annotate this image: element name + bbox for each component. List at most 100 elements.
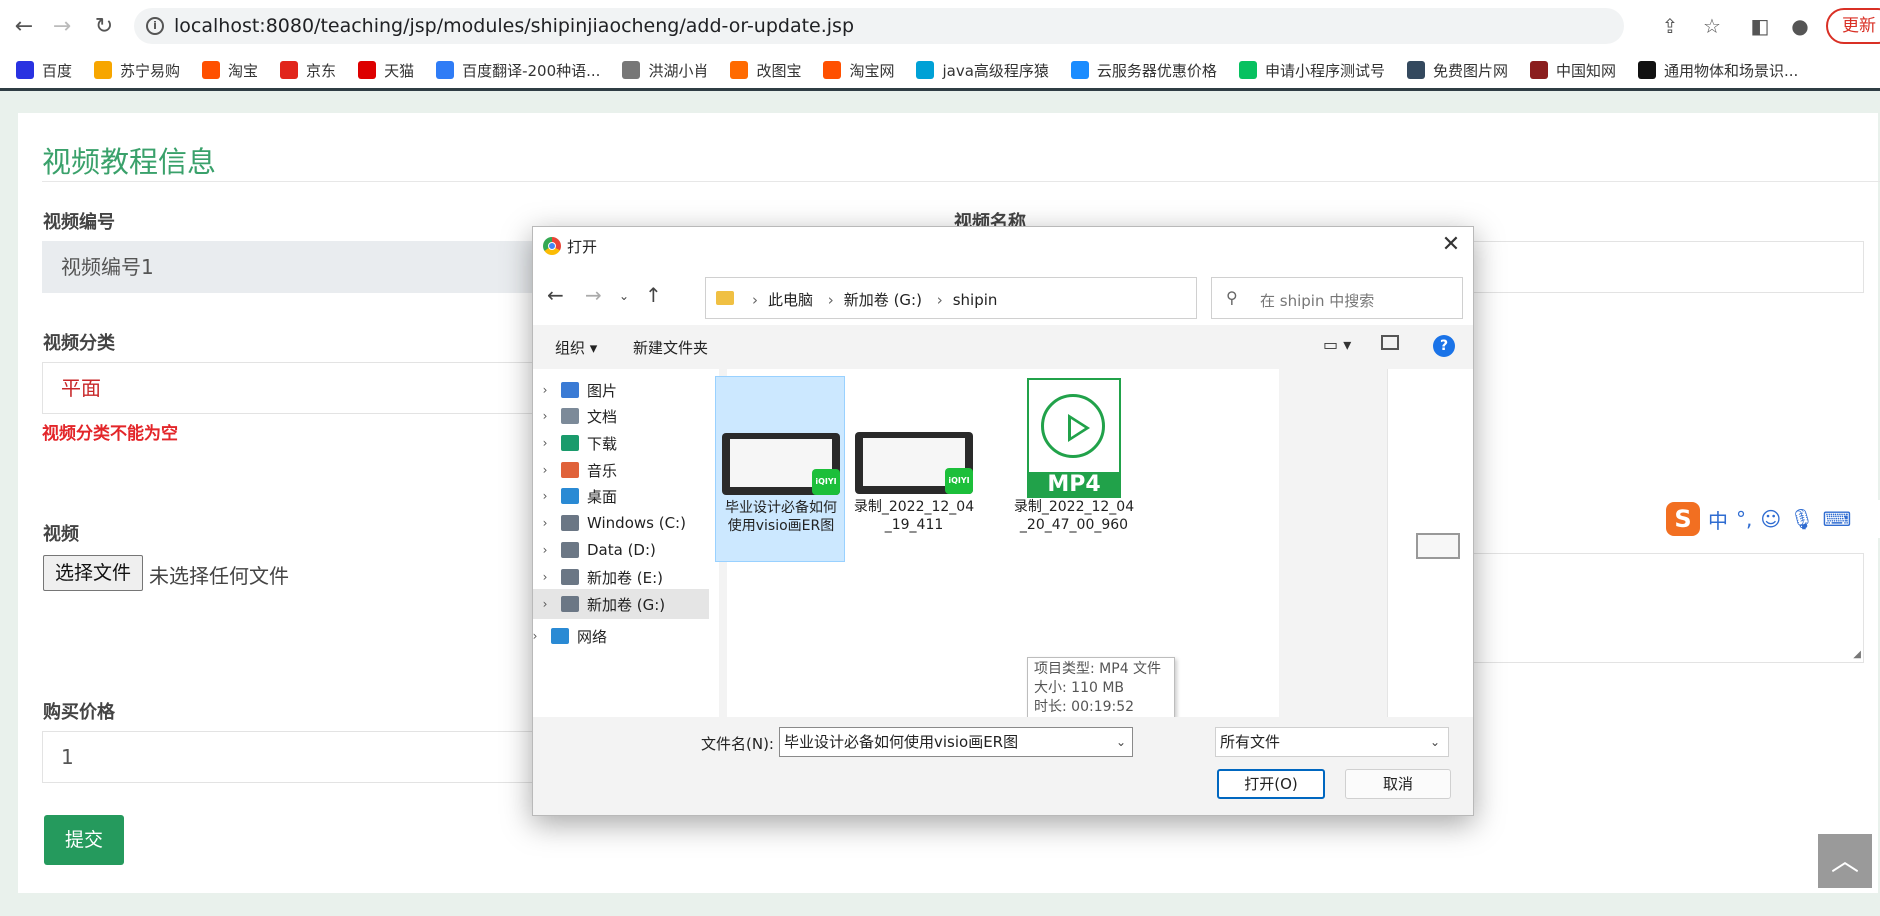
category-error: 视频分类不能为空 — [42, 424, 178, 444]
file-item[interactable]: MP4 录制_2022_12_04_20_47_00_960 — [1009, 376, 1139, 562]
microphone-icon[interactable]: 🎙 — [1789, 507, 1814, 531]
filename-input[interactable]: 毕业设计必备如何使用visio画ER图 ⌄ — [779, 727, 1133, 757]
tree-item-label: 文档 — [587, 407, 618, 426]
chevron-right-icon[interactable]: › — [533, 409, 557, 423]
search-input[interactable]: ⚲ 在 shipin 中搜索 — [1211, 277, 1463, 319]
chevron-right-icon[interactable]: › — [533, 570, 557, 584]
bookmark-favicon-icon — [436, 61, 455, 79]
chevron-right-icon[interactable]: › — [523, 629, 547, 643]
up-arrow-icon[interactable]: ↑ — [645, 283, 662, 307]
view-options-icon[interactable]: ▭ ▾ — [1323, 335, 1351, 354]
category-input[interactable]: 平面 — [42, 362, 562, 414]
cancel-button[interactable]: 取消 — [1345, 769, 1451, 799]
price-input[interactable]: 1 — [42, 731, 562, 783]
open-button[interactable]: 打开(O) — [1217, 769, 1325, 799]
submit-button[interactable]: 提交 — [44, 815, 124, 865]
tree-item[interactable]: › Data (D:) — [533, 535, 709, 565]
bookmark-label: 淘宝网 — [849, 61, 895, 80]
chevron-right-icon[interactable]: › — [533, 463, 557, 477]
tree-item[interactable]: › Windows (C:) — [533, 508, 709, 538]
punctuation-icon[interactable]: °, — [1736, 507, 1752, 531]
file-item[interactable]: iQIYI 毕业设计必备如何使用visio画ER图 — [715, 376, 845, 562]
tree-item[interactable]: › 桌面 — [533, 481, 709, 511]
chevron-right-icon[interactable]: › — [533, 489, 557, 503]
bookmark-item[interactable]: 百度 — [16, 60, 72, 81]
keyboard-icon[interactable]: ⌨ — [1823, 507, 1852, 531]
bookmark-label: 百度 — [42, 61, 73, 80]
update-button[interactable]: 更新 — [1826, 8, 1880, 44]
resize-grip-icon[interactable]: ◢ — [1853, 649, 1861, 660]
chevron-right-icon[interactable]: › — [533, 436, 557, 450]
bookmark-item[interactable]: 申请小程序测试号 — [1238, 60, 1385, 81]
reload-icon[interactable]: ↻ — [90, 12, 118, 40]
chevron-down-icon[interactable]: ⌄ — [1116, 728, 1126, 756]
bookmark-item[interactable]: 中国知网 — [1529, 60, 1616, 81]
breadcrumb-item[interactable]: 新加卷 (G:) — [844, 291, 922, 309]
path-bar[interactable]: ›此电脑 ›新加卷 (G:) ›shipin ⌄ ↻ — [705, 277, 1349, 319]
bookmark-item[interactable]: 天猫 — [358, 60, 414, 81]
bookmark-item[interactable]: 免费图片网 — [1406, 60, 1508, 81]
address-bar[interactable]: i localhost:8080/teaching/jsp/modules/sh… — [134, 8, 1624, 44]
site-info-icon[interactable]: i — [146, 17, 164, 35]
tree-item[interactable]: › 新加卷 (E:) — [533, 562, 709, 592]
bookmark-favicon-icon — [16, 61, 34, 79]
dialog-title: 打开 — [567, 238, 598, 256]
bookmark-label: 京东 — [306, 61, 337, 80]
chevron-right-icon[interactable]: › — [533, 543, 557, 557]
folder-icon — [716, 291, 734, 305]
profile-icon[interactable]: ● — [1786, 12, 1814, 40]
bookmark-item[interactable]: 云服务器优惠价格 — [1070, 60, 1217, 81]
bookmark-item[interactable]: 苏宁易购 — [94, 60, 180, 81]
side-panel-icon[interactable]: ◧ — [1746, 12, 1774, 40]
bookmark-label: 免费图片网 — [1432, 61, 1508, 80]
file-item[interactable]: iQIYI 录制_2022_12_04_19_411 — [849, 376, 979, 562]
chevron-down-icon[interactable]: ⌄ — [1430, 728, 1440, 756]
preview-pane-icon[interactable] — [1381, 335, 1399, 350]
video-name-input[interactable] — [1452, 241, 1864, 293]
chevron-right-icon[interactable]: › — [533, 383, 557, 397]
back-icon[interactable]: ← — [10, 12, 38, 40]
ime-mode[interactable]: 中 — [1708, 505, 1728, 534]
description-textarea[interactable]: ◢ — [1452, 553, 1864, 663]
share-icon[interactable]: ⇪ — [1656, 12, 1684, 40]
filetype-select[interactable]: 所有文件 ⌄ — [1215, 727, 1449, 757]
breadcrumb-item[interactable]: 此电脑 — [768, 291, 813, 309]
recent-locations-icon[interactable]: ⌄ — [619, 289, 629, 303]
help-icon[interactable]: ? — [1433, 335, 1455, 357]
forward-icon[interactable]: → — [48, 12, 76, 40]
tree-item[interactable]: › 文档 — [533, 401, 709, 431]
bookmark-item[interactable]: 京东 — [280, 60, 336, 81]
chrome-logo-icon — [543, 237, 561, 255]
bookmark-item[interactable]: 通用物体和场景识... — [1637, 60, 1798, 81]
bookmark-item[interactable]: 淘宝 — [202, 60, 258, 81]
breadcrumb-item[interactable]: shipin — [953, 291, 998, 309]
folder-icon — [561, 596, 579, 612]
tree-item[interactable]: › 下载 — [533, 428, 709, 458]
back-arrow-icon[interactable]: ← — [547, 283, 564, 307]
new-folder-button[interactable]: 新建文件夹 — [633, 337, 708, 358]
ime-toolbar: S 中 °, ☺ 🎙 ⌨ — [1660, 500, 1880, 538]
forward-arrow-icon[interactable]: → — [585, 283, 602, 307]
chevron-right-icon[interactable]: › — [533, 516, 557, 530]
url-text: localhost:8080/teaching/jsp/modules/ship… — [174, 15, 855, 37]
video-id-input[interactable]: 视频编号1 — [42, 241, 562, 293]
bookmark-item[interactable]: 洪湖小肖 — [622, 60, 708, 81]
bookmark-label: 洪湖小肖 — [648, 61, 709, 80]
iqiyi-badge-icon: iQIYI — [812, 469, 840, 495]
emoji-icon[interactable]: ☺ — [1760, 507, 1781, 531]
tree-item[interactable]: › 新加卷 (G:) — [533, 589, 709, 619]
tree-item[interactable]: › 网络 — [523, 621, 699, 651]
bookmark-item[interactable]: 淘宝网 — [823, 60, 894, 81]
bookmark-star-icon[interactable]: ☆ — [1698, 12, 1726, 40]
chevron-right-icon[interactable]: › — [533, 597, 557, 611]
organize-button[interactable]: 组织 ▾ — [555, 337, 597, 358]
back-to-top-button[interactable]: ︿ — [1818, 834, 1872, 888]
sogou-logo-icon[interactable]: S — [1666, 502, 1700, 536]
close-icon[interactable]: ✕ — [1439, 233, 1463, 257]
tooltip-size: 大小: 110 MB — [1034, 680, 1125, 696]
folder-icon — [561, 462, 579, 478]
choose-file-button[interactable]: 选择文件 — [43, 555, 143, 591]
bookmark-item[interactable]: 改图宝 — [730, 60, 801, 81]
bookmark-item[interactable]: 百度翻译-200种语... — [436, 60, 600, 81]
bookmark-item[interactable]: java高级程序猿 — [916, 60, 1049, 81]
